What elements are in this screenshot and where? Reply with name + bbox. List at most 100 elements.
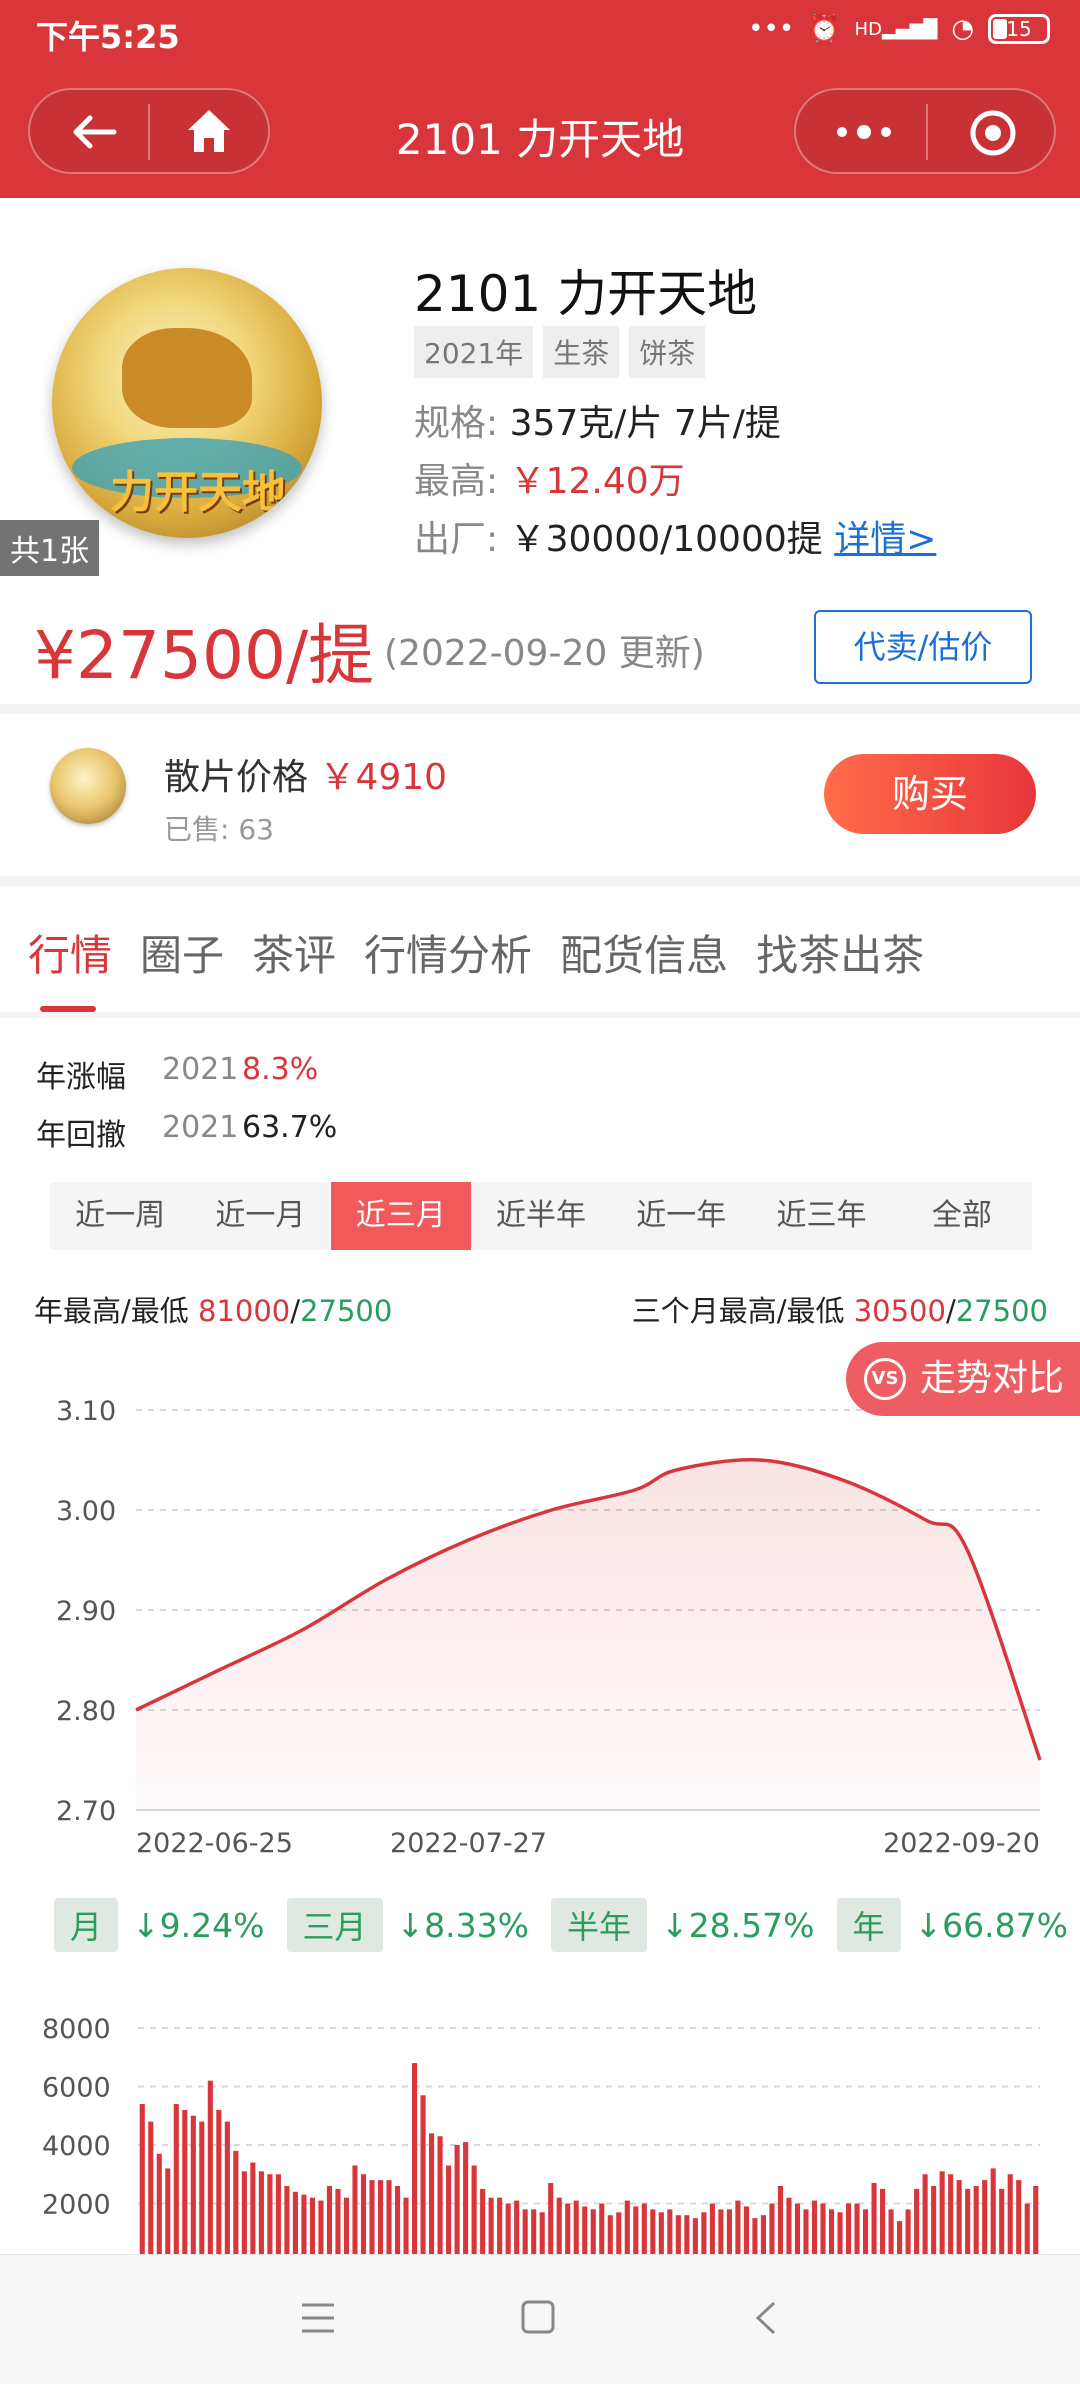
factory-value: ￥30000/10000提 bbox=[509, 519, 823, 560]
range-half-year[interactable]: 近半年 bbox=[471, 1182, 611, 1250]
change-year-label: 年 bbox=[836, 1898, 901, 1952]
tab-review[interactable]: 茶评 bbox=[252, 922, 336, 983]
volume-bar bbox=[148, 2121, 154, 2254]
tag-shape: 饼茶 bbox=[629, 326, 706, 378]
status-time: 下午5:25 bbox=[36, 18, 180, 56]
tab-circle[interactable]: 圈子 bbox=[140, 922, 224, 983]
image-count-badge: 共1张 bbox=[0, 520, 100, 576]
y-tick-label: 8000 bbox=[42, 2014, 111, 2045]
change-summary: 月 ↓9.24% 三月 ↓8.33% 半年 ↓28.57% 年 ↓66.87% bbox=[54, 1898, 1080, 1952]
y-tick-label: 6000 bbox=[42, 2073, 111, 2104]
volume-bar bbox=[394, 2185, 401, 2254]
volume-bar bbox=[650, 2209, 656, 2254]
volume-bar bbox=[199, 2121, 205, 2254]
volume-bar bbox=[403, 2197, 409, 2254]
range-all[interactable]: 全部 bbox=[892, 1182, 1032, 1250]
year-high-low: 年最高/最低 81000/27500 bbox=[34, 1294, 393, 1328]
tab-divider bbox=[0, 1012, 1080, 1018]
buy-button[interactable]: 购买 bbox=[824, 754, 1036, 834]
volume-bar bbox=[837, 2212, 843, 2254]
volume-bar bbox=[701, 2212, 707, 2254]
change-half-year-label: 半年 bbox=[551, 1898, 648, 1952]
volume-bar bbox=[522, 2209, 528, 2254]
volume-bar bbox=[803, 2209, 809, 2254]
volume-bar bbox=[139, 2104, 145, 2254]
price-update-date: (2022-09-20 更新) bbox=[384, 633, 705, 674]
menu-icon[interactable] bbox=[300, 2301, 336, 2335]
volume-bar-chart: 8000 6000 4000 2000 bbox=[42, 2014, 1040, 2254]
y-tick-label: 2.90 bbox=[56, 1596, 116, 1627]
spec-value: 357克/片 7片/提 bbox=[509, 403, 781, 444]
volume-bar bbox=[565, 2203, 571, 2254]
volume-bar bbox=[369, 2180, 375, 2254]
volume-bar bbox=[318, 2200, 324, 2254]
volume-bar bbox=[531, 2209, 537, 2254]
tag-type: 生茶 bbox=[543, 326, 620, 378]
volume-bar bbox=[573, 2200, 579, 2254]
change-quarter-label: 三月 bbox=[286, 1898, 383, 1952]
factory-label: 出厂: bbox=[414, 519, 499, 560]
change-month-label: 月 bbox=[54, 1898, 119, 1952]
more-options-icon[interactable] bbox=[832, 118, 896, 146]
range-week[interactable]: 近一周 bbox=[50, 1182, 190, 1250]
volume-bar bbox=[633, 2206, 639, 2254]
volume-bar bbox=[820, 2203, 826, 2254]
volume-bar bbox=[582, 2206, 588, 2254]
volume-bar bbox=[616, 2212, 622, 2254]
home-square-icon[interactable] bbox=[520, 2299, 556, 2335]
volume-bar bbox=[386, 2180, 392, 2254]
volume-bar bbox=[360, 2174, 367, 2254]
tab-analysis[interactable]: 行情分析 bbox=[364, 922, 532, 983]
volume-bar bbox=[275, 2174, 281, 2254]
tab-find-tea[interactable]: 找茶出茶 bbox=[756, 922, 924, 983]
volume-bar bbox=[863, 2209, 869, 2254]
volume-bar bbox=[897, 2221, 903, 2254]
factory-price-row: 出厂: ￥30000/10000提 详情> bbox=[414, 510, 936, 562]
tab-market[interactable]: 行情 bbox=[28, 922, 112, 983]
change-half-year-value: ↓28.57% bbox=[661, 1905, 815, 1945]
volume-bar bbox=[241, 2171, 247, 2254]
battery-icon: 15 bbox=[988, 14, 1050, 44]
volume-bar bbox=[786, 2197, 792, 2254]
volume-bar bbox=[429, 2133, 435, 2254]
volume-bar bbox=[326, 2185, 333, 2254]
volume-bar bbox=[999, 2188, 1005, 2254]
x-tick-label: 2022-07-27 bbox=[390, 1828, 547, 1859]
annual-rise-value: 8.3% bbox=[242, 1052, 319, 1087]
section-divider bbox=[0, 876, 1080, 886]
loose-piece-image[interactable] bbox=[50, 748, 126, 824]
tab-allocation[interactable]: 配货信息 bbox=[560, 922, 728, 983]
year-low: 27500 bbox=[300, 1294, 393, 1328]
volume-bar bbox=[709, 2203, 715, 2254]
max-price-row: 最高: ￥12.40万 bbox=[414, 452, 685, 504]
annual-drawdown-year: 2021 bbox=[162, 1110, 239, 1145]
quarter-high-low: 三个月最高/最低 30500/27500 bbox=[631, 1294, 1048, 1328]
volume-bar bbox=[965, 2188, 971, 2254]
volume-bar bbox=[471, 2165, 477, 2254]
x-tick-label: 2022-09-20 bbox=[883, 1828, 1040, 1859]
volume-bar bbox=[352, 2165, 358, 2254]
volume-bar bbox=[777, 2185, 784, 2254]
range-month[interactable]: 近一月 bbox=[190, 1182, 330, 1250]
volume-bar bbox=[284, 2185, 290, 2254]
back-chevron-icon[interactable] bbox=[752, 2299, 780, 2337]
volume-bar bbox=[335, 2188, 341, 2254]
volume-bar bbox=[250, 2162, 256, 2254]
volume-bar bbox=[828, 2209, 835, 2254]
detail-link[interactable]: 详情> bbox=[834, 519, 936, 560]
bull-illustration bbox=[122, 328, 252, 428]
range-three-months[interactable]: 近三月 bbox=[330, 1182, 471, 1250]
volume-bar bbox=[718, 2209, 724, 2254]
volume-bar bbox=[1024, 2203, 1030, 2254]
close-miniprogram-icon[interactable] bbox=[968, 108, 1018, 158]
trend-compare-button[interactable]: VS 走势对比 bbox=[846, 1342, 1080, 1416]
volume-bar bbox=[948, 2174, 954, 2254]
product-image[interactable]: 力开天地 bbox=[52, 268, 322, 538]
product-tags: 2021年 生茶 饼茶 bbox=[414, 326, 706, 378]
tag-year: 2021年 bbox=[414, 326, 534, 378]
volume-bar bbox=[735, 2200, 741, 2254]
consign-estimate-button[interactable]: 代卖/估价 bbox=[814, 610, 1032, 684]
range-year[interactable]: 近一年 bbox=[611, 1182, 751, 1250]
alarm-icon: ⏰ bbox=[808, 14, 841, 44]
range-three-years[interactable]: 近三年 bbox=[751, 1182, 891, 1250]
